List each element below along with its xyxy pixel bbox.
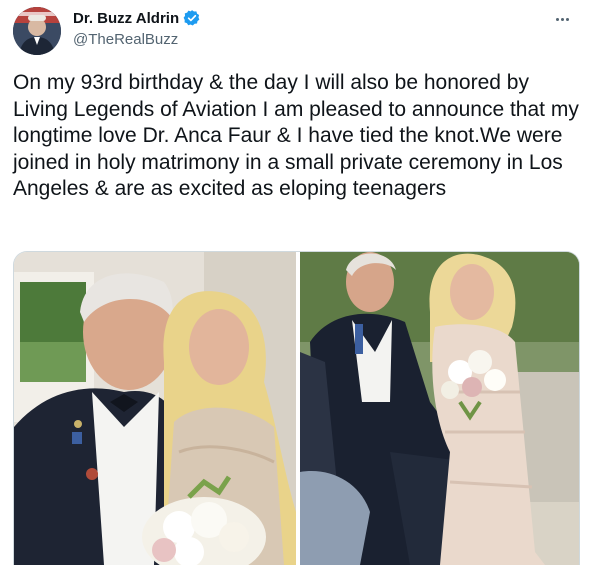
avatar[interactable] bbox=[13, 7, 61, 55]
display-name[interactable]: Dr. Buzz Aldrin bbox=[73, 10, 179, 27]
tweet-card: Dr. Buzz Aldrin @TheRealBuzz On my 93rd … bbox=[0, 0, 591, 565]
user-handle[interactable]: @TheRealBuzz bbox=[73, 31, 178, 48]
wedding-photo-ceremony[interactable] bbox=[300, 252, 579, 565]
tweet-text: On my 93rd birthday & the day I will als… bbox=[13, 71, 579, 200]
user-avatar-icon bbox=[13, 7, 61, 55]
verified-badge-icon bbox=[183, 9, 201, 27]
tweet-media bbox=[13, 251, 580, 565]
more-horizontal-icon[interactable] bbox=[551, 10, 573, 28]
author-name-row: Dr. Buzz Aldrin bbox=[73, 9, 201, 27]
wedding-photo-portrait[interactable] bbox=[14, 252, 296, 565]
